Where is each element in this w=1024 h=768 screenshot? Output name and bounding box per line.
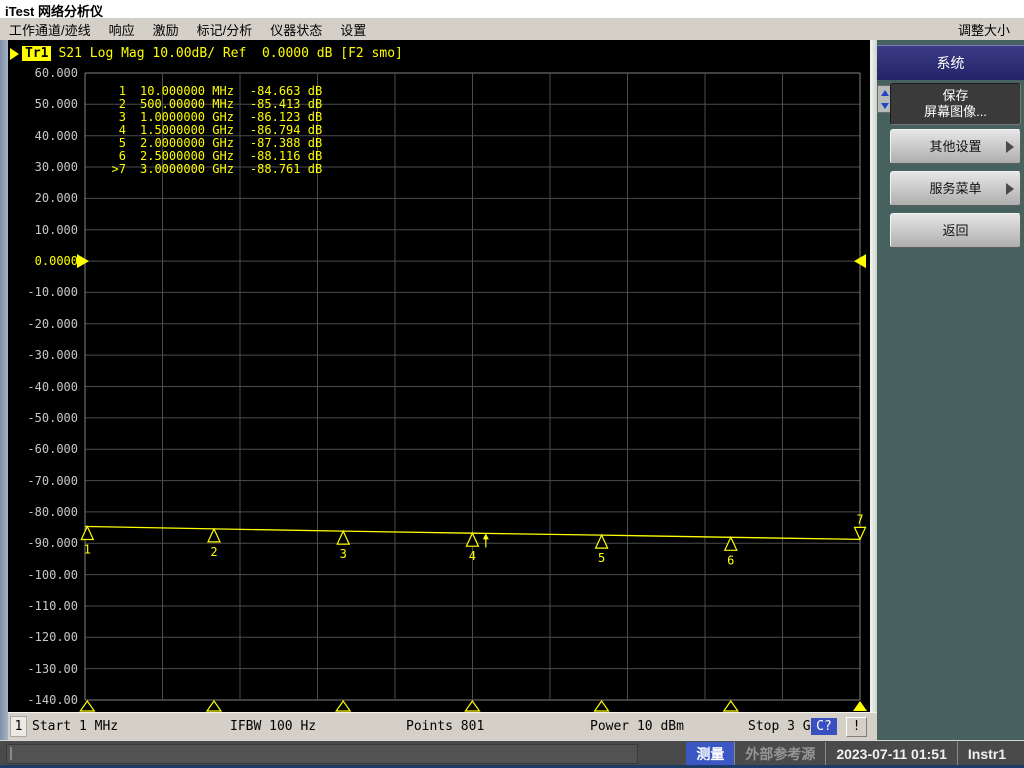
y-axis-label: -40.000 (8, 379, 78, 395)
stimulus-marker (853, 701, 867, 711)
y-axis-label: -70.000 (8, 473, 78, 489)
menu-item-5[interactable]: 仪器状态 (261, 18, 331, 41)
y-axis-label: 0.0000 (8, 253, 78, 269)
status-ifbw: IFBW 100 Hz (230, 713, 316, 741)
menu-item-6[interactable]: 设置 (331, 18, 375, 41)
scroll-down-icon (881, 103, 889, 109)
y-axis-label: -140.00 (8, 692, 78, 708)
submenu-arrow-icon (1006, 183, 1014, 195)
y-axis-label: -90.000 (8, 535, 78, 551)
sidebar-menu-title: 系统 (877, 45, 1024, 80)
marker-symbol (337, 531, 349, 544)
y-axis-label: -120.00 (8, 629, 78, 645)
sidebar-button-3[interactable]: 服务菜单 (890, 171, 1021, 206)
main-area: 1 2 3 4 5 6 7 Tr1 S21 Log Mag 10.00dB/ Ref 0.0… (0, 40, 1024, 740)
taskbar-status-cells: 测量外部参考源2023-07-11 01:51Instr1 (686, 742, 1016, 765)
scroll-up-icon (881, 90, 889, 96)
taskbar-cell-1[interactable]: 测量 (686, 742, 734, 765)
trace-description: S21 Log Mag 10.00dB/ Ref 0.0000 dB [F2 s… (58, 46, 402, 61)
stimulus-marker (80, 701, 94, 711)
softkey-sidebar: 系统 保存屏幕图像... 其他设置服务菜单返回 (877, 40, 1024, 740)
panel-separator (870, 40, 877, 712)
plot-area: 1 2 3 4 5 6 7 Tr1 S21 Log Mag 10.00dB/ Ref 0.0… (8, 40, 870, 712)
y-axis-label: -20.000 (8, 316, 78, 332)
stimulus-marker (336, 701, 350, 711)
stimulus-marker (207, 701, 221, 711)
status-power: Power 10 dBm (590, 713, 684, 741)
marker-number: 3 (340, 547, 347, 561)
y-axis-label: -60.000 (8, 441, 78, 457)
sidebar-button-1[interactable]: 保存屏幕图像... (890, 83, 1021, 125)
marker-number: 7 (856, 512, 863, 526)
marker-table-row: >73.0000000 GHz-88.761 dB (100, 163, 322, 176)
resize-button[interactable]: 调整大小 (948, 18, 1024, 41)
stimulus-marker (724, 701, 738, 711)
y-axis-label: -10.000 (8, 284, 78, 300)
y-axis-label: 10.000 (8, 222, 78, 238)
cal-status-badge: C? (811, 718, 837, 735)
ref-level-arrow-left-icon (77, 254, 89, 268)
sweep-indicator-icon (483, 533, 489, 539)
sidebar-button-2[interactable]: 其他设置 (890, 129, 1021, 164)
menu-item-1[interactable]: 工作通道/迹线 (0, 18, 100, 41)
marker-number: 2 (210, 545, 217, 559)
warning-badge[interactable]: ! (846, 717, 867, 737)
marker-number: 1 (84, 543, 91, 557)
y-axis-label: -110.00 (8, 598, 78, 614)
taskbar-cell-4: Instr1 (957, 742, 1016, 765)
y-axis-label: -100.00 (8, 567, 78, 583)
y-axis-label: -130.00 (8, 661, 78, 677)
window-left-border (0, 40, 8, 740)
y-axis-label: -30.000 (8, 347, 78, 363)
sidebar-buttons: 保存屏幕图像... 其他设置服务菜单返回 (890, 83, 1021, 255)
menu-items: 工作通道/迹线响应激励标记/分析仪器状态设置 (0, 18, 375, 41)
marker-symbol (466, 533, 478, 546)
y-axis-label: 30.000 (8, 159, 78, 175)
marker-symbol-active (855, 527, 866, 539)
marker-number: 4 (469, 549, 476, 563)
taskbar-cell-2: 外部参考源 (734, 742, 825, 765)
menu-item-4[interactable]: 标记/分析 (188, 18, 262, 41)
trace-id-badge: Tr1 (22, 46, 51, 61)
y-axis-label: -80.000 (8, 504, 78, 520)
menu-bar: 工作通道/迹线响应激励标记/分析仪器状态设置 调整大小 (0, 18, 1024, 41)
stimulus-marker (465, 701, 479, 711)
y-axis-label: 20.000 (8, 190, 78, 206)
y-axis-label: 50.000 (8, 96, 78, 112)
marker-number: 5 (598, 551, 605, 565)
y-axis-label: -50.000 (8, 410, 78, 426)
menu-item-3[interactable]: 激励 (144, 18, 188, 41)
y-axis-label: 40.000 (8, 128, 78, 144)
stimulus-marker (595, 701, 609, 711)
sidebar-button-4[interactable]: 返回 (890, 213, 1021, 248)
status-start-frequency: Start 1 MHz (32, 713, 118, 741)
marker-table: 110.000000 MHz-84.663 dB2500.00000 MHz-8… (100, 85, 322, 176)
trace-header: Tr1 S21 Log Mag 10.00dB/ Ref 0.0000 dB [… (10, 46, 403, 61)
submenu-arrow-icon (1006, 141, 1014, 153)
marker-symbol (596, 535, 608, 548)
taskbar-message-area (6, 744, 638, 764)
active-trace-arrow-icon (10, 48, 19, 60)
status-bar: 1 Start 1 MHz IFBW 100 Hz Points 801 Pow… (8, 712, 877, 741)
taskbar-cell-3: 2023-07-11 01:51 (825, 742, 957, 765)
status-points: Points 801 (406, 713, 484, 741)
marker-number: 6 (727, 553, 734, 567)
menu-item-2[interactable]: 响应 (100, 18, 144, 41)
taskbar: 测量外部参考源2023-07-11 01:51Instr1 (0, 740, 1024, 768)
window-title-bar: iTest 网络分析仪 (0, 0, 1024, 18)
y-axis-label: 60.000 (8, 65, 78, 81)
text-cursor-icon (10, 747, 12, 760)
channel-indicator: 1 (10, 716, 27, 737)
marker-symbol (81, 527, 93, 540)
marker-symbol (208, 529, 220, 542)
